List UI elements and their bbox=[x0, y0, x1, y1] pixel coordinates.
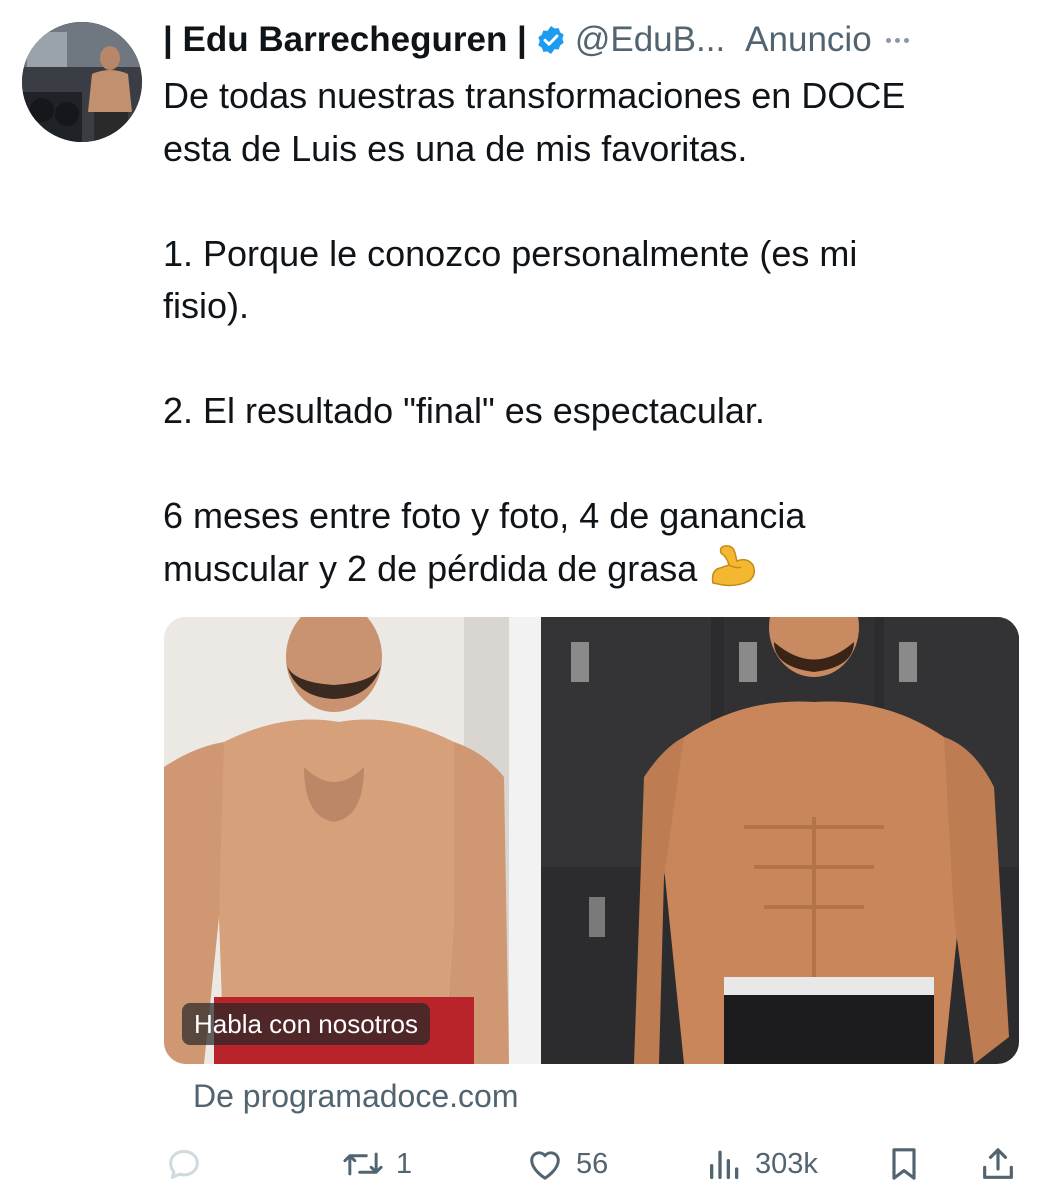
bookmark-icon bbox=[892, 1148, 916, 1180]
tweet-text: De todas nuestras transformaciones en DO… bbox=[163, 70, 1023, 595]
before-after-photo bbox=[164, 617, 1019, 1064]
more-options-icon[interactable] bbox=[885, 37, 909, 43]
author-display-name[interactable]: | Edu Barrecheguren | bbox=[163, 20, 527, 60]
retweet-icon bbox=[343, 1152, 383, 1176]
tweet-text-line: 6 meses entre foto y foto, 4 de ganancia bbox=[163, 495, 806, 536]
retweet-count: 1 bbox=[396, 1147, 413, 1180]
tweet-text-line: De todas nuestras transformaciones en DO… bbox=[163, 75, 906, 116]
heart-icon bbox=[530, 1151, 560, 1180]
tweet-text-line: fisio). bbox=[163, 285, 250, 326]
tweet-text-line: muscular y 2 de pérdida de grasa bbox=[163, 543, 1023, 596]
reply-button[interactable] bbox=[164, 1136, 204, 1192]
tweet-actions: 1 56 303k bbox=[0, 1136, 1042, 1192]
author-handle[interactable]: @EduB... bbox=[575, 20, 725, 60]
share-icon bbox=[983, 1148, 1013, 1179]
views-button[interactable]: 303k bbox=[705, 1136, 818, 1192]
tweet-media[interactable] bbox=[164, 617, 1019, 1064]
bookmark-button[interactable] bbox=[884, 1136, 924, 1192]
source-link[interactable]: De programadoce.com bbox=[193, 1078, 518, 1115]
talk-to-us-button[interactable]: Habla con nosotros bbox=[182, 1003, 431, 1045]
avatar[interactable] bbox=[22, 22, 142, 142]
verified-badge-icon bbox=[538, 26, 564, 54]
tweet-text-line: esta de Luis es una de mis favoritas. bbox=[163, 127, 748, 169]
share-button[interactable] bbox=[978, 1136, 1018, 1192]
like-button[interactable]: 56 bbox=[524, 1136, 608, 1192]
tweet-text-line: 1. Porque le conozco personalmente (es m… bbox=[163, 232, 858, 274]
retweet-button[interactable]: 1 bbox=[340, 1136, 412, 1192]
like-count: 56 bbox=[576, 1147, 609, 1180]
ad-label: Anuncio bbox=[745, 20, 872, 59]
avatar-photo bbox=[22, 22, 142, 142]
tweet-text-line: 2. El resultado "final" es espectacular. bbox=[163, 390, 765, 431]
flexed-biceps-icon bbox=[712, 544, 756, 586]
view-count: 303k bbox=[755, 1147, 818, 1180]
analytics-icon bbox=[710, 1150, 739, 1179]
reply-icon bbox=[169, 1150, 199, 1179]
tweet-header: | Edu Barrecheguren | @EduB... Anuncio bbox=[163, 16, 1023, 64]
tweet-text-line-content: muscular y 2 de pérdida de grasa bbox=[163, 547, 698, 589]
